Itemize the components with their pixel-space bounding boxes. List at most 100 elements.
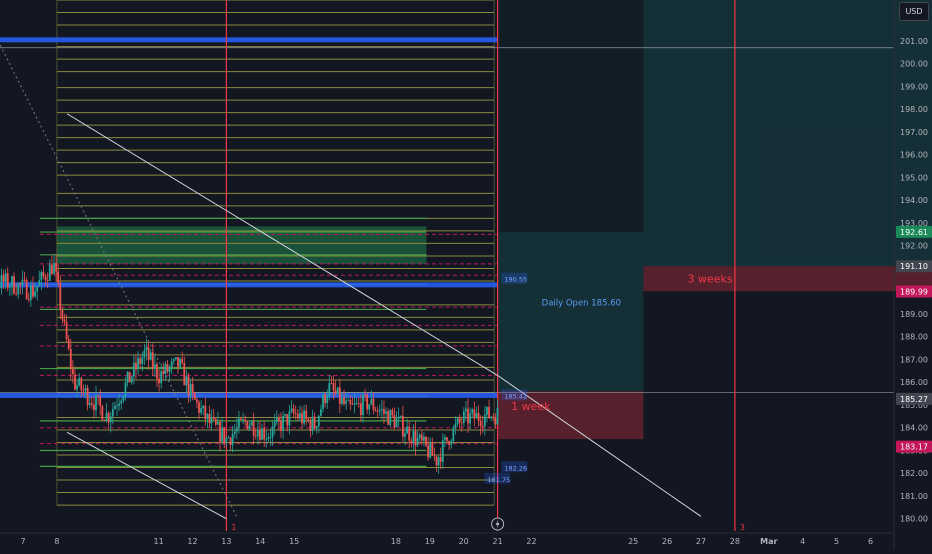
candle-body-121 [209, 414, 211, 423]
candle-body-249 [478, 413, 480, 421]
candle-body-210 [396, 419, 398, 427]
price-tick-6: 196.00 [900, 151, 928, 160]
candle-body-54 [68, 339, 70, 349]
candle-body-157 [284, 414, 286, 416]
candle-body-158 [286, 414, 288, 425]
time-tick-13: 26 [662, 537, 672, 546]
candle-body-199 [373, 399, 375, 410]
candle-body-206 [387, 411, 389, 425]
candle-body-78 [118, 404, 120, 406]
candle-body-120 [207, 414, 209, 419]
candle-body-242 [463, 411, 465, 422]
price-tick-7: 195.00 [900, 173, 928, 182]
candle-body-47 [53, 263, 55, 274]
candle-body-154 [278, 418, 280, 422]
candle-body-90 [143, 350, 145, 357]
price-tag-0: 192.61 [900, 228, 928, 237]
candle-body-128 [223, 428, 225, 444]
chart-area[interactable]: 135190.55185.42182.26181.75Daily Open 18… [0, 0, 932, 550]
candle-body-91 [146, 347, 148, 350]
candle-body-250 [480, 421, 482, 426]
candle-body-106 [177, 357, 179, 367]
level-label-0: 190.55 [504, 276, 527, 284]
candle-body-196 [366, 395, 368, 409]
candle-body-142 [253, 421, 255, 435]
candle-body-51 [61, 310, 63, 320]
candle-body-222 [421, 435, 423, 441]
candle-body-198 [370, 399, 372, 405]
candle-body-135 [238, 418, 240, 427]
blue-level-2 [0, 393, 498, 398]
time-tick-12: 25 [628, 537, 638, 546]
candle-body-89 [141, 357, 143, 364]
candle-body-144 [257, 430, 259, 436]
candle-body-115 [196, 400, 198, 403]
candle-body-61 [83, 390, 85, 391]
level-label-2: 182.26 [504, 464, 527, 472]
candle-body-126 [219, 422, 221, 442]
candle-body-75 [112, 409, 114, 416]
candle-body-172 [316, 426, 318, 428]
candle-body-256 [492, 417, 494, 418]
candle-body-244 [467, 409, 469, 424]
price-chart[interactable]: 135190.55185.42182.26181.75Daily Open 18… [0, 0, 932, 550]
candle-body-39 [36, 286, 38, 291]
zone-teal-1 [498, 232, 644, 391]
candle-body-27 [11, 276, 13, 286]
candle-body-131 [230, 438, 232, 445]
candle-body-86 [135, 363, 137, 369]
candle-body-218 [412, 431, 414, 443]
candle-body-118 [202, 406, 204, 409]
candle-body-159 [288, 411, 290, 425]
candle-body-178 [328, 383, 330, 395]
candle-body-161 [293, 409, 295, 414]
candle-body-66 [93, 405, 95, 411]
price-tick-14: 188.00 [900, 333, 928, 342]
candle-body-205 [385, 411, 387, 413]
candle-body-71 [104, 420, 106, 421]
candle-body-123 [213, 418, 215, 419]
time-tick-10: 21 [493, 537, 503, 546]
candle-body-186 [345, 401, 347, 404]
candle-body-238 [455, 424, 457, 428]
candle-body-189 [352, 404, 354, 405]
candle-body-140 [249, 426, 251, 429]
candle-body-58 [76, 385, 78, 389]
candle-body-224 [425, 437, 427, 446]
candle-body-114 [194, 393, 196, 400]
time-tick-9: 20 [459, 537, 469, 546]
candle-body-169 [310, 421, 312, 431]
candle-body-77 [116, 406, 118, 407]
candle-body-167 [305, 411, 307, 419]
candle-body-41 [40, 272, 42, 280]
currency-button[interactable]: USD [899, 2, 929, 21]
blue-level-0 [0, 37, 498, 42]
candle-body-112 [190, 384, 192, 396]
time-tick-14: 27 [696, 537, 706, 546]
price-tick-22: 180.00 [900, 515, 928, 524]
price-tick-10: 192.00 [900, 242, 928, 251]
candle-body-42 [43, 272, 45, 276]
candle-body-113 [192, 384, 194, 393]
candle-body-257 [494, 417, 496, 424]
candle-body-84 [131, 377, 133, 383]
candle-body-146 [261, 428, 263, 440]
candle-body-230 [438, 457, 440, 465]
candle-body-68 [97, 395, 99, 396]
candle-body-65 [91, 403, 93, 404]
candle-body-111 [188, 376, 190, 395]
candle-body-93 [150, 352, 152, 359]
price-tick-15: 187.00 [900, 355, 928, 364]
candle-body-143 [255, 436, 257, 437]
candle-body-164 [299, 413, 301, 418]
candle-body-33 [24, 280, 26, 281]
candle-body-87 [137, 358, 139, 369]
candle-body-117 [200, 408, 202, 413]
candle-body-63 [87, 388, 89, 405]
candle-body-82 [127, 372, 129, 383]
candle-body-232 [442, 440, 444, 462]
candle-body-149 [267, 437, 269, 439]
candle-body-56 [72, 369, 74, 374]
candle-body-103 [171, 361, 173, 367]
candle-body-175 [322, 394, 324, 409]
